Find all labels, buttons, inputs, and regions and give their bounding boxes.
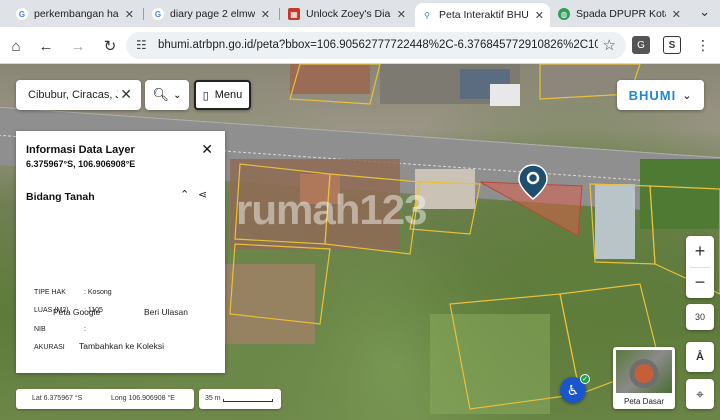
cursor-coordinates: Lat 6.375967 °S Long 106.906908 °E [16,389,194,409]
menu-button[interactable]: ▯ Menu [194,80,251,110]
menu-label: Menu [214,89,243,101]
back-arrow-icon[interactable]: ← [35,35,57,57]
scale-label: 35 m [205,395,221,402]
scale-bar: 35 m [199,389,281,409]
image-icon: ▦ [288,8,300,20]
tab-4-active[interactable]: ⚲ Peta Interaktif BHUMI A ✕ [415,3,550,27]
google-maps-link[interactable]: Peta Google [53,307,100,317]
close-icon[interactable]: ✕ [261,8,270,21]
address-bar[interactable]: ☷ bhumi.atrbpn.go.id/peta?bbox=106.90562… [126,32,626,59]
map-canvas[interactable]: rumah123 Cibubur, Ciracas, Ja ✕ 🔍︎ ⌄ ▯ M… [0,64,720,420]
info-panel: Informasi Data Layer 6.375967°S, 106.906… [16,131,225,373]
brand-logo: BHUMI [628,87,677,103]
map-marker-icon[interactable] [518,164,548,200]
row-value: : Kosong [84,289,112,296]
map-icon: ⚲ [424,10,430,20]
tab-separator [279,8,280,20]
zoom-in-button[interactable]: + [686,236,714,267]
scale-line [223,399,273,402]
zoom-out-button[interactable]: − [686,268,714,299]
close-icon[interactable]: ✕ [201,141,213,158]
crosshair-icon: ⌖ [696,385,704,402]
panel-title: Informasi Data Layer [26,144,135,156]
parcel-outline [229,243,331,325]
north-button[interactable]: Å [686,342,714,372]
search-zoom-icon: 🔍︎ [152,87,170,102]
chevron-down-icon[interactable]: ⌄ [699,4,710,20]
tab-title: Spada DPUPR Kota De [576,8,666,20]
close-icon[interactable]: ✕ [125,8,134,21]
home-icon[interactable]: ⌂ [5,35,27,57]
row-value: : [84,326,86,333]
basemap-label: Peta Dasar [623,397,665,406]
section-title: Bidang Tanah [26,191,95,203]
tab-title: Peta Interaktif BHUMI A [439,9,529,21]
star-icon[interactable]: ☆ [603,36,616,54]
basemap-switcher[interactable]: Peta Dasar [613,347,675,409]
review-link[interactable]: Beri Ulasan [144,307,188,317]
my-location-button[interactable]: ⌖ [686,379,714,409]
site-settings-icon[interactable]: ☷ [136,38,147,52]
zoom-level: 30 [686,304,714,330]
more-vert-icon[interactable]: ⋮ [694,36,712,54]
parcel-outline [289,64,381,105]
tab-title: perkembangan hasil pe [34,8,119,20]
clear-icon[interactable]: ✕ [120,86,132,103]
basemap-thumbnail [616,350,672,393]
row-key: AKURASI [34,344,65,351]
tab-title: diary page 2 elmwood [170,8,255,20]
search-input[interactable]: Cibubur, Ciracas, Ja [28,89,118,101]
latitude-readout: Lat 6.375967 °S [32,395,83,402]
google-icon: G [152,8,164,20]
translate-icon[interactable]: G [632,36,650,54]
tab-bar: G perkembangan hasil pe ✕ G diary page 2… [0,0,720,27]
tab-3[interactable]: ▦ Unlock Zoey's Diary Pe ✕ [282,3,412,25]
parcel-outline [589,183,656,265]
close-icon[interactable]: ✕ [535,9,544,22]
tab-2[interactable]: G diary page 2 elmwood ✕ [146,3,276,25]
location-search[interactable]: Cibubur, Ciracas, Ja ✕ [16,80,141,110]
watermark-text: rumah123 [236,186,427,233]
extension-s-icon[interactable]: S [663,36,681,54]
tab-1[interactable]: G perkembangan hasil pe ✕ [10,3,140,25]
browser-toolbar: ⌂ ← → ↻ ☷ bhumi.atrbpn.go.id/peta?bbox=1… [0,27,720,64]
check-badge-icon: ✓ [580,374,590,384]
chevron-down-icon: ⌄ [173,89,182,101]
forward-arrow-icon[interactable]: → [67,35,89,57]
share-icon[interactable]: ⋖ [198,188,207,201]
close-icon[interactable]: ✕ [672,8,681,21]
reload-icon[interactable]: ↻ [99,35,121,57]
url-text[interactable]: bhumi.atrbpn.go.id/peta?bbox=106.9056277… [158,39,598,51]
longitude-readout: Long 106.906908 °E [111,395,175,402]
close-icon[interactable]: ✕ [397,8,406,21]
add-to-collection-link[interactable]: Tambahkan ke Koleksi [79,341,164,351]
row-key: TIPE HAK [34,289,66,296]
sidebar-icon: ▯ [202,89,209,102]
tab-separator [143,8,144,20]
chevron-up-icon[interactable]: ⌃ [180,188,189,201]
row-key: NIB [34,326,46,333]
chevron-down-icon: ⌄ [682,89,693,102]
bhumi-brand-button[interactable]: BHUMI ⌄ [617,80,704,110]
google-icon: G [16,8,28,20]
tab-title: Unlock Zoey's Diary Pe [306,8,391,20]
zoom-control: + − [686,236,714,298]
search-mode-button[interactable]: 🔍︎ ⌄ [145,80,189,110]
globe-icon: ◍ [558,8,570,20]
tab-5[interactable]: ◍ Spada DPUPR Kota De ✕ [552,3,687,25]
panel-coordinates: 6.375967°S, 106.906908°E [26,159,136,169]
